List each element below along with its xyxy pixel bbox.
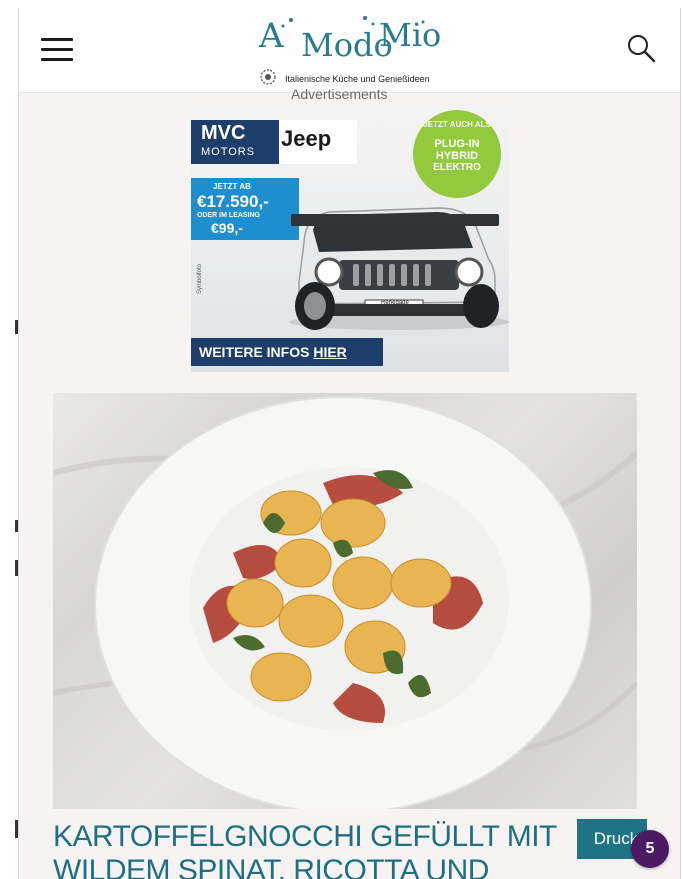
ad-brand-mvc: MVC [201,122,246,144]
site-logo[interactable]: A Modo Mio Italienische Küche und Genieß… [253,12,443,90]
site-header: A Modo Mio Italienische Küche und Genieß… [19,8,680,93]
hamburger-icon[interactable] [41,38,73,62]
search-icon[interactable] [625,32,657,64]
recipe-photo [53,393,637,809]
ad-brand-jeep: Jeep [281,126,332,151]
logo-tagline: Italienische Küche und Genießideen [285,74,430,84]
ad-badge-line1: JETZT AUCH ALS [423,120,491,129]
ad-cta-link[interactable]: HIER [313,344,346,360]
ad-price: €17.590,- [197,192,269,211]
ad-mvc-logo: MVC MOTORS [191,120,279,164]
advertisement-label: Advertisements [291,86,388,102]
advertisement-banner[interactable]: MVC MOTORS Jeep JETZT AB €17.590,- ODER … [191,106,509,372]
ad-leasing-price: €99,- [211,220,243,236]
ad-badge-line2: PLUG-IN HYBRID [434,138,480,162]
ad-car-plate: Renegade [381,300,409,306]
ad-leasing-label: ODER IM LEASING [197,212,261,219]
gnocchi-dish-illustration [53,396,637,809]
notification-badge[interactable]: 5 [631,830,669,868]
ad-price-from-label: JETZT AB [213,182,251,191]
ad-brand-motors: MOTORS [201,146,256,158]
ad-cta-button[interactable]: WEITERE INFOS HIER [191,338,383,366]
logo-dots-icon [281,16,425,28]
mobile-page: A Modo Mio Italienische Küche und Genieß… [18,8,681,879]
ad-car-image [289,207,509,330]
recipe-title: KARTOFFELGNOCCHI GEFÜLLT MIT WILDEM SPIN… [53,820,557,879]
ad-cta-prefix: WEITERE INFOS [199,344,314,360]
ad-fine-print: Symbolfoto [197,263,203,294]
